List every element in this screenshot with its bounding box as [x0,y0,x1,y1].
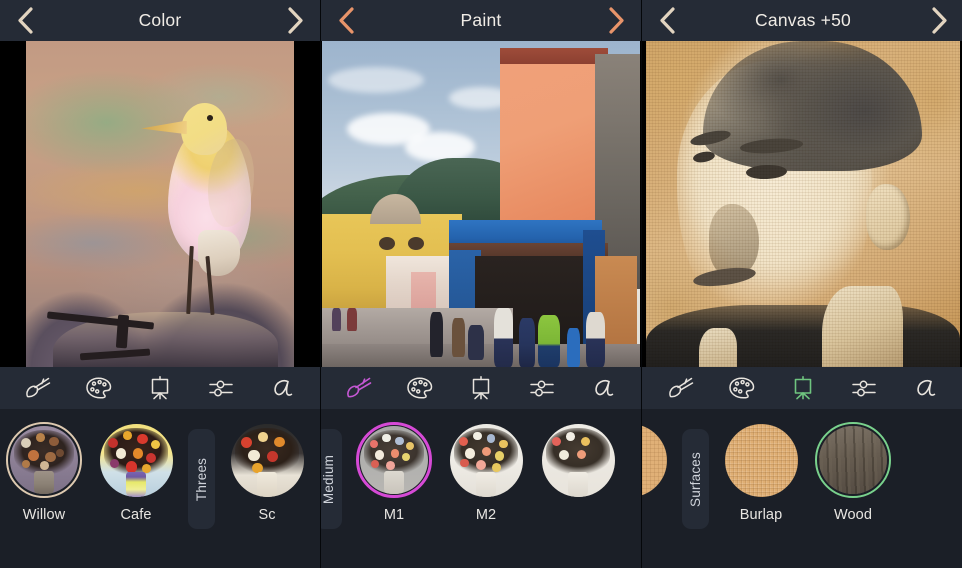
page-title: Paint [460,10,502,30]
palette-tool-button[interactable] [79,371,119,405]
preset-label: M1 [383,507,405,523]
person-4 [493,308,513,367]
preset-label: Burlap [739,507,783,523]
preset-thumb-partial[interactable] [642,422,668,498]
next-button[interactable] [601,6,631,36]
tool-toolbar-paint [321,367,641,409]
brush-tool-button[interactable] [339,371,379,405]
category-pill-medium[interactable]: Medium [321,429,342,529]
person-9 [331,308,342,332]
orange-building-roof [500,47,609,64]
sliders-tool-button[interactable] [522,371,562,405]
canvas-texture-overlay [646,41,960,367]
preset-thumb-m2[interactable] [448,422,524,498]
preset-picker-color[interactable]: Willow Cafe Threes Sc [0,409,320,568]
colonial-street-painting [322,41,640,367]
person-1 [430,311,443,358]
panel-paint: Paint Medium M1 M2 [321,0,641,568]
preset-item-m2[interactable]: M2 [446,422,526,523]
panel-color: Color Willow Cafe Threes Sc [0,0,320,568]
person-2 [452,318,466,358]
category-label: Threes [194,457,209,501]
preset-thumb-partial[interactable] [540,422,616,498]
bird-beak [141,120,187,135]
bird-tail [197,230,241,276]
artwork-stage-paint[interactable] [321,41,641,367]
preset-thumb-cafe[interactable] [98,422,174,498]
preset-picker-paint[interactable]: Medium M1 M2 [321,409,641,568]
next-button[interactable] [924,6,954,36]
panel-canvas-header: Canvas +50 [642,0,962,41]
sepia-portrait-painting [646,41,960,367]
sliders-tool-button[interactable] [201,371,241,405]
preset-item-m1[interactable]: M1 [354,422,434,523]
preset-picker-canvas[interactable]: Surfaces Burlap Wood [642,409,962,568]
brush-tool-button[interactable] [18,371,58,405]
preset-item-cafe[interactable]: Cafe [96,422,176,523]
category-label: Surfaces [688,451,703,507]
person-6 [538,314,561,367]
sliders-tool-button[interactable] [844,371,884,405]
prev-button[interactable] [331,6,361,36]
page-title: Color [138,10,182,30]
panel-canvas: Canvas +50 Surfaces Burlap Wood [642,0,962,568]
person-10 [347,308,357,332]
brush-tool-button[interactable] [661,371,701,405]
preset-label: M2 [475,507,497,523]
church-window-1 [379,236,396,250]
easel-tool-button[interactable] [783,371,823,405]
category-label: Medium [321,454,336,504]
preset-label: Sc [258,507,276,523]
preset-item-burlap[interactable]: Burlap [721,422,801,523]
preset-item-willow[interactable]: Willow [4,422,84,523]
preset-item-wood[interactable]: Wood [813,422,893,523]
person-3 [468,324,485,361]
preset-thumb-partial[interactable] [229,422,305,498]
preset-label: Willow [22,507,66,523]
text-tool-button[interactable] [262,371,302,405]
preset-thumb-wood[interactable] [815,422,891,498]
prev-button[interactable] [10,6,40,36]
preset-item-partial[interactable] [642,422,670,507]
category-pill-threes[interactable]: Threes [188,429,215,529]
bird-head [181,102,227,156]
bird-on-rocks-painting [26,41,294,367]
preset-label: Cafe [120,507,152,523]
palette-tool-button[interactable] [400,371,440,405]
panel-paint-header: Paint [321,0,641,41]
three-panel-comparison: Color Willow Cafe Threes Sc Paint Medium… [0,0,962,568]
person-5 [519,318,536,367]
tool-toolbar-color [0,367,320,409]
preset-label: Wood [833,507,873,523]
cloud-3 [328,67,424,94]
cloud-2 [404,132,475,162]
palette-tool-button[interactable] [722,371,762,405]
preset-thumb-burlap[interactable] [723,422,799,498]
prev-button[interactable] [652,6,682,36]
preset-item-partial[interactable] [538,422,618,507]
church-window-2 [407,236,424,250]
preset-thumb-m1[interactable] [356,422,432,498]
tool-toolbar-canvas [642,367,962,409]
preset-item-partial[interactable]: Sc [227,422,307,523]
easel-tool-button[interactable] [461,371,501,405]
page-title: Canvas +50 [755,10,851,30]
category-pill-surfaces[interactable]: Surfaces [682,429,709,529]
next-button[interactable] [280,6,310,36]
easel-tool-button[interactable] [140,371,180,405]
preset-thumb-willow[interactable] [6,422,82,498]
artwork-stage-canvas[interactable] [642,41,962,367]
person-8 [585,311,606,367]
text-tool-button[interactable] [583,371,623,405]
text-tool-button[interactable] [905,371,945,405]
panel-color-header: Color [0,0,320,41]
artwork-stage-color[interactable] [0,41,320,367]
person-7 [566,327,580,367]
